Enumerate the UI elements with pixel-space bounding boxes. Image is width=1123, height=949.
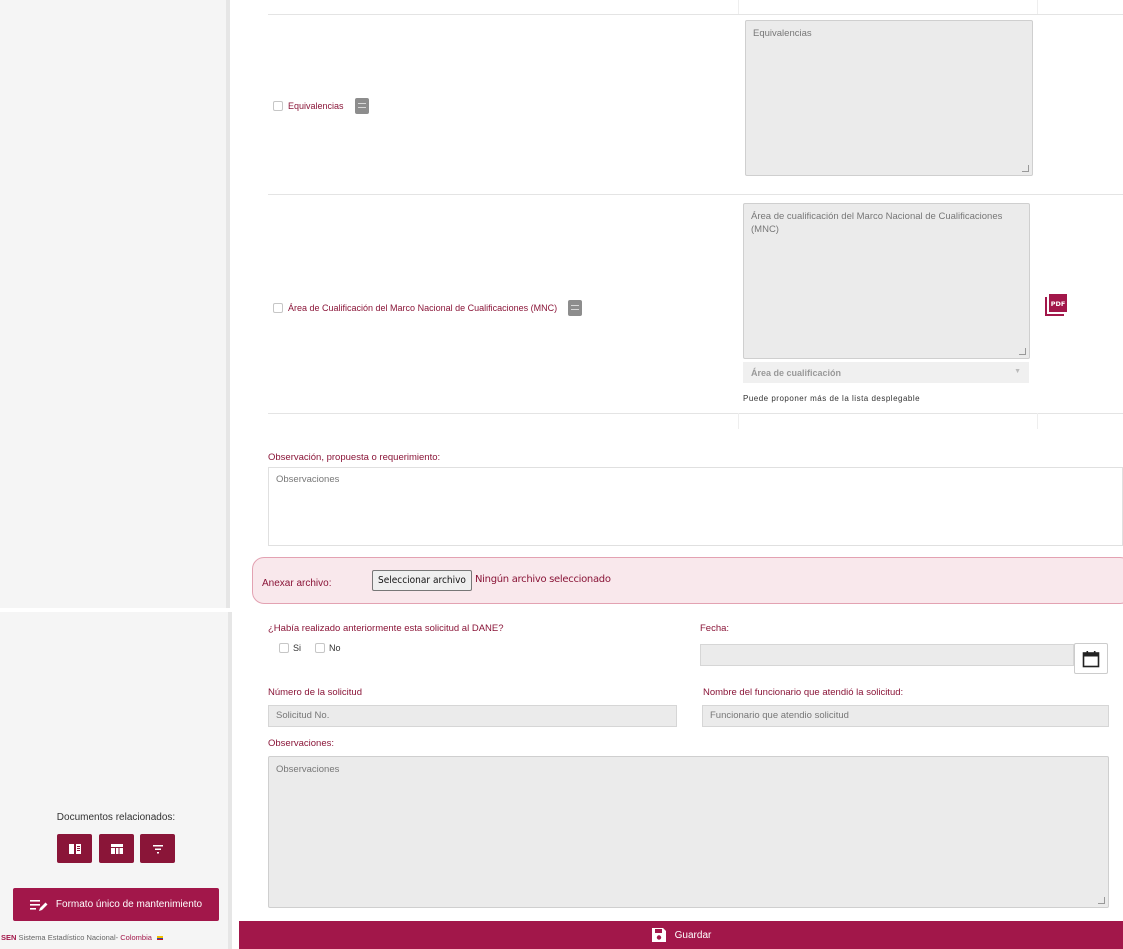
table-column-divider: [1037, 413, 1038, 429]
table-column-divider: [1037, 0, 1038, 14]
sen-footer: SEN Sistema Estadístico Nacional- Colomb…: [1, 933, 164, 942]
sen-text: Sistema Estadístico Nacional-: [18, 933, 121, 942]
equivalencias-label: Equivalencias: [288, 101, 344, 111]
area-cualificacion-select[interactable]: Área de cualificación ▼: [743, 362, 1029, 383]
table-column-divider: [738, 0, 739, 14]
chevron-down-icon: ▼: [1014, 368, 1021, 375]
request-number-input[interactable]: Solicitud No.: [268, 705, 677, 727]
edit-list-icon: [29, 899, 48, 911]
flag-icon: [157, 936, 164, 940]
observations-placeholder: Observaciones: [276, 764, 340, 775]
official-placeholder: Funcionario que atendio solicitud: [710, 710, 849, 721]
select-hint: Puede proponer más de la lista desplegab…: [743, 394, 921, 403]
row-equivalencias: Equivalencias: [273, 98, 369, 114]
yes-option[interactable]: Si: [279, 643, 301, 653]
row-mnc: Área de Cualificación del Marco Nacional…: [273, 300, 583, 316]
equivalencias-checkbox[interactable]: [273, 101, 283, 111]
no-label: No: [329, 643, 341, 653]
date-input[interactable]: [700, 644, 1074, 666]
official-input[interactable]: Funcionario que atendio solicitud: [702, 705, 1109, 727]
observation-placeholder: Observaciones: [276, 474, 340, 485]
sen-brand: SEN: [1, 933, 17, 942]
equivalencias-placeholder: Equivalencias: [753, 28, 812, 39]
select-file-button[interactable]: Seleccionar archivo: [372, 570, 472, 591]
table-divider: [268, 194, 1123, 195]
book-icon: [68, 843, 81, 854]
observation-textarea[interactable]: Observaciones: [268, 467, 1123, 546]
formato-unico-button[interactable]: Formato único de mantenimiento: [13, 888, 219, 921]
attach-file-bar: Anexar archivo: Seleccionar archivo Ning…: [252, 557, 1123, 604]
observations-textarea[interactable]: Observaciones: [268, 756, 1109, 908]
observation-label: Observación, propuesta o requerimiento:: [268, 452, 441, 463]
resize-grip-icon[interactable]: [1022, 165, 1029, 172]
sidebar-top: [0, 0, 230, 608]
related-doc-button-filter[interactable]: [140, 834, 175, 863]
document-icon[interactable]: [568, 300, 583, 316]
table-divider: [268, 14, 1123, 15]
related-docs-label: Documentos relacionados:: [56, 812, 176, 823]
mnc-placeholder: Área de cualificación del Marco Nacional…: [751, 211, 1003, 235]
save-label: Guardar: [674, 929, 712, 941]
official-label: Nombre del funcionario que atendió la so…: [703, 687, 904, 698]
pdf-text: PDF: [1051, 300, 1066, 308]
mnc-label: Área de Cualificación del Marco Nacional…: [288, 303, 558, 313]
save-button[interactable]: Guardar: [239, 921, 1123, 949]
table-divider: [268, 413, 1123, 414]
area-cualificacion-selected: Área de cualificación: [751, 368, 842, 378]
related-doc-button-table[interactable]: [99, 834, 134, 863]
mnc-checkbox[interactable]: [273, 303, 283, 313]
no-option[interactable]: No: [315, 643, 341, 653]
filter-icon: [152, 844, 163, 853]
resize-grip-icon[interactable]: [1019, 348, 1026, 355]
request-number-label: Número de la solicitud: [268, 687, 362, 698]
table-icon: [110, 843, 123, 854]
attach-label: Anexar archivo:: [262, 578, 332, 589]
yes-checkbox[interactable]: [279, 643, 289, 653]
previous-request-question: ¿Había realizado anteriormente esta soli…: [268, 623, 504, 634]
yes-label: Si: [293, 643, 302, 653]
request-number-placeholder: Solicitud No.: [276, 710, 330, 721]
observations-label: Observaciones:: [268, 738, 335, 749]
related-doc-button-book[interactable]: [57, 834, 92, 863]
document-icon[interactable]: [354, 98, 369, 114]
table-column-divider: [738, 413, 739, 429]
date-label: Fecha:: [700, 623, 730, 634]
file-status: Ningún archivo seleccionado: [475, 574, 611, 585]
pdf-icon[interactable]: PDF: [1044, 293, 1068, 317]
mnc-textarea[interactable]: Área de cualificación del Marco Nacional…: [743, 203, 1030, 359]
resize-grip-icon[interactable]: [1098, 897, 1105, 904]
sen-country: Colombia: [120, 933, 152, 942]
save-icon: [651, 928, 666, 942]
calendar-button[interactable]: [1074, 643, 1108, 674]
formato-unico-label: Formato único de mantenimiento: [55, 899, 203, 910]
no-checkbox[interactable]: [315, 643, 325, 653]
calendar-icon: [1082, 650, 1100, 667]
equivalencias-textarea[interactable]: Equivalencias: [745, 20, 1033, 176]
